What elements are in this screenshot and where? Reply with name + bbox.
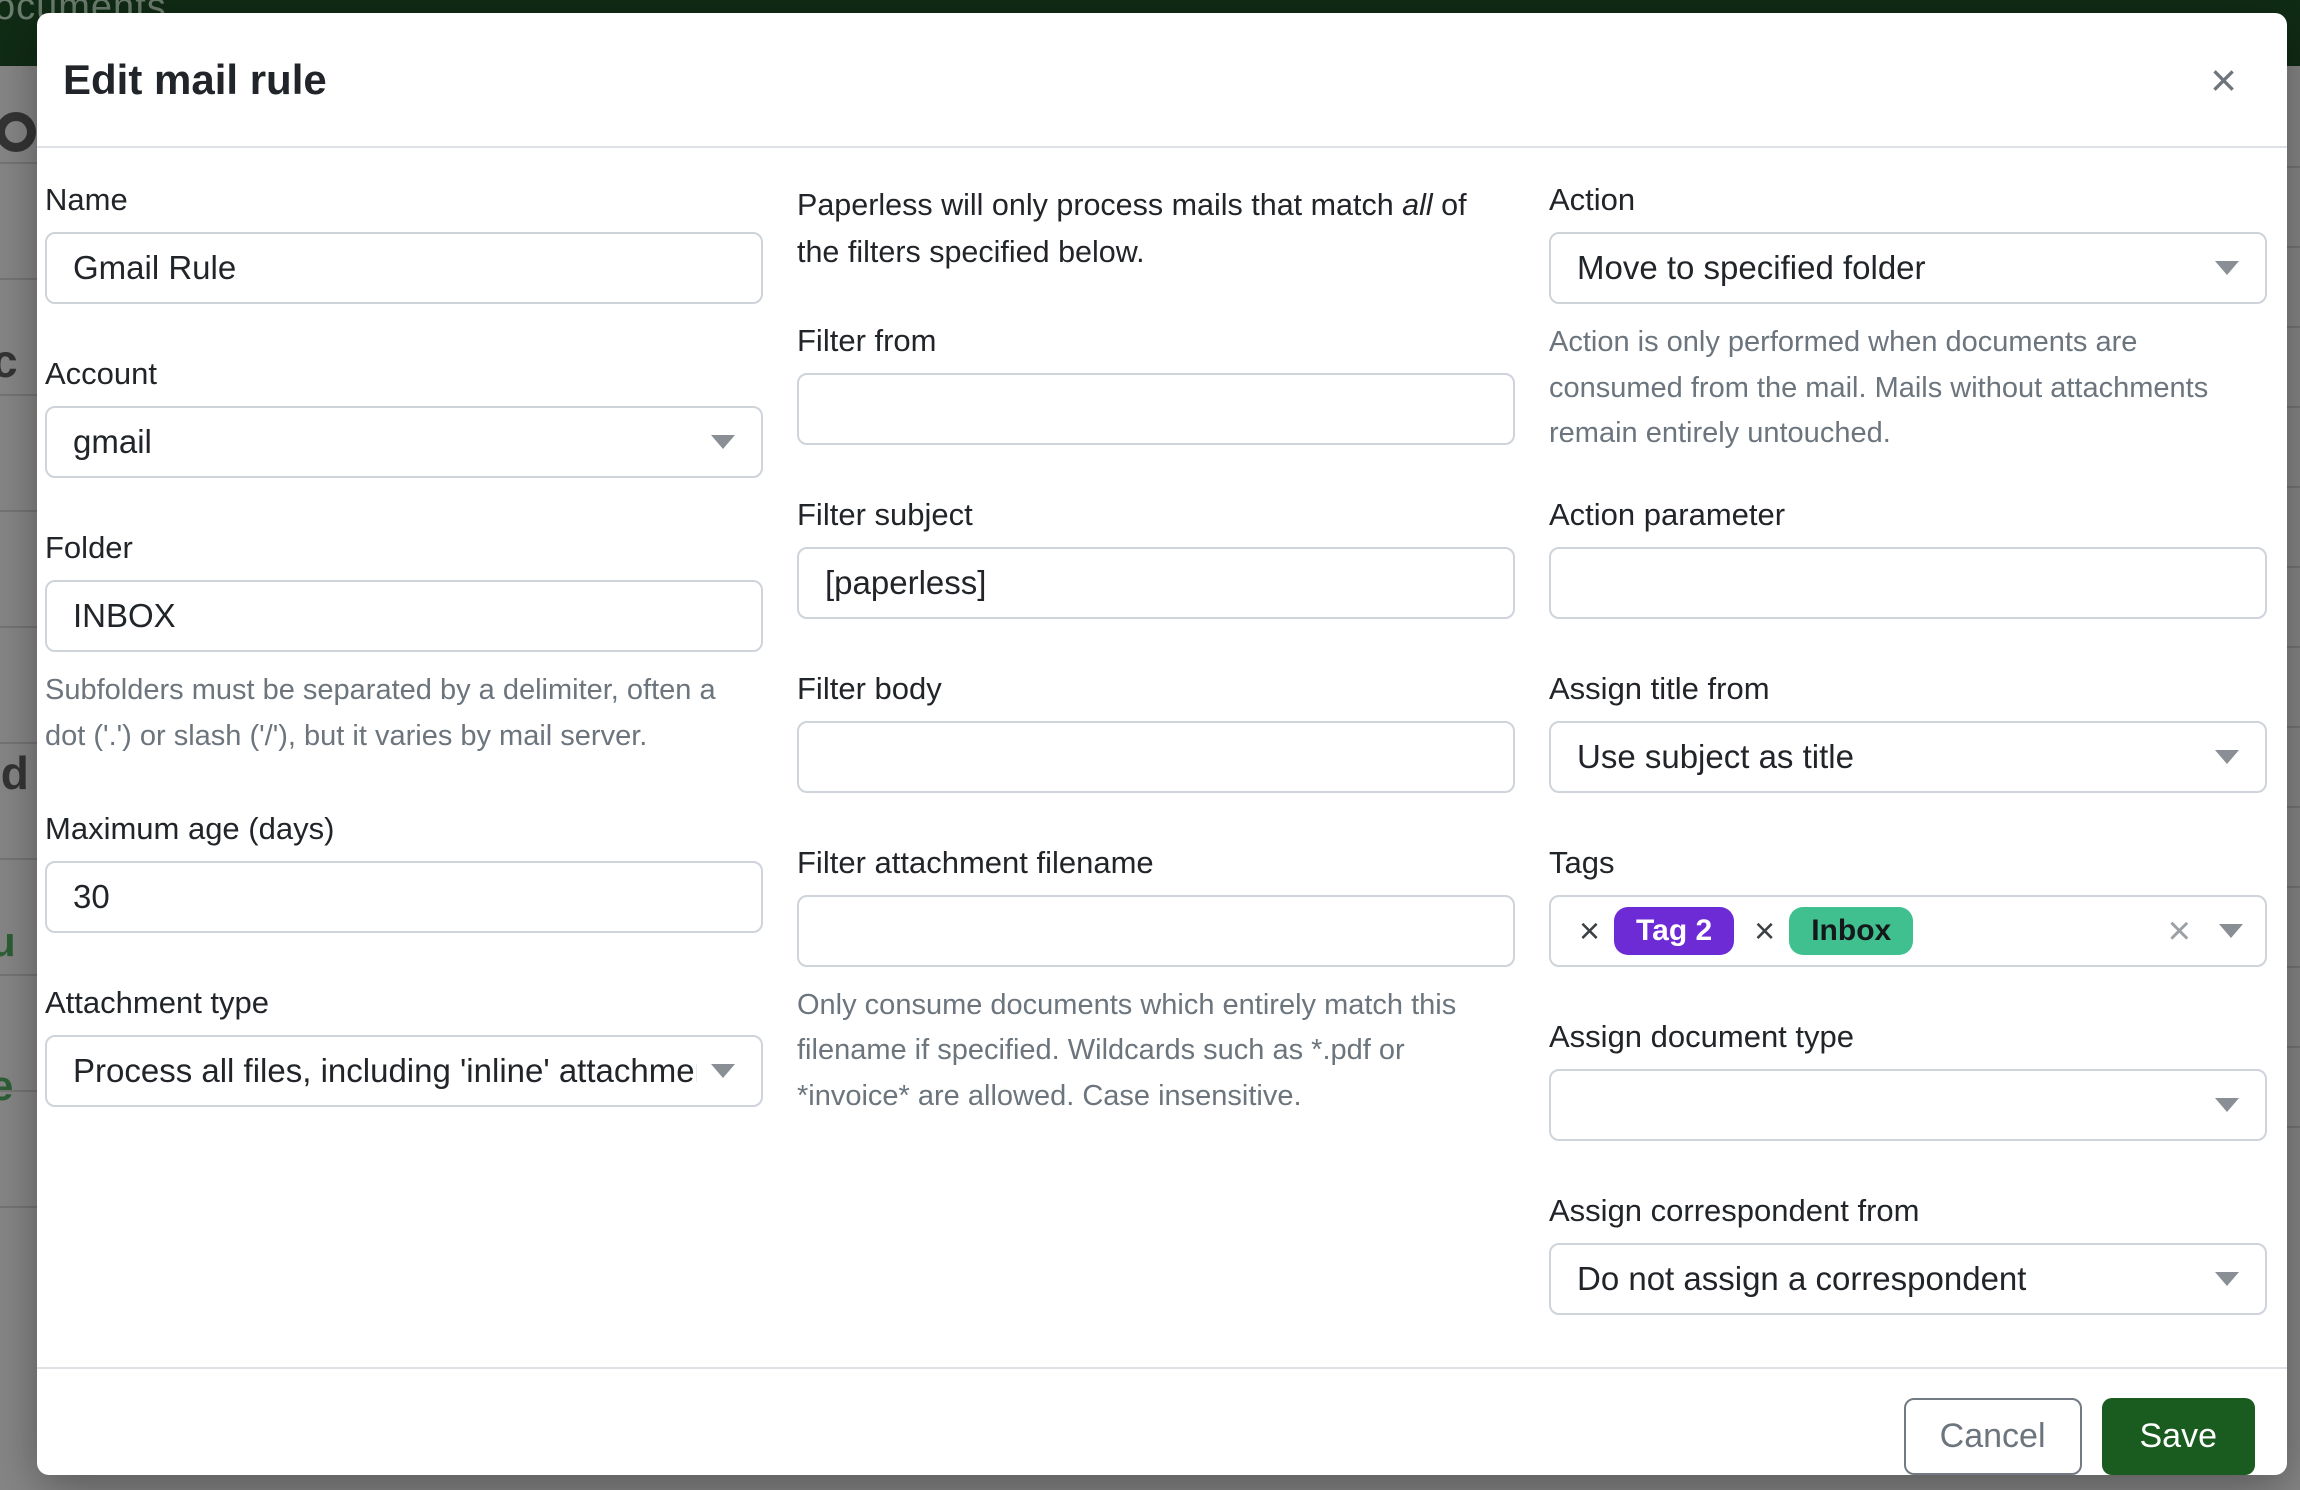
folder-label: Folder bbox=[45, 530, 763, 566]
max-age-label: Maximum age (days) bbox=[45, 811, 763, 847]
assign-correspondent-from-select[interactable]: Do not assign a correspondent bbox=[1549, 1243, 2267, 1315]
chevron-down-icon bbox=[711, 435, 735, 449]
background-letter-fragment: ld bbox=[0, 746, 29, 800]
background-letter-fragment: c bbox=[0, 334, 18, 388]
assign-title-from-label: Assign title from bbox=[1549, 671, 2267, 707]
clear-tags-icon[interactable]: × bbox=[2168, 911, 2191, 951]
filter-from-input[interactable] bbox=[797, 373, 1515, 445]
edit-mail-rule-dialog: Edit mail rule × Name Account gmail Fold… bbox=[37, 13, 2287, 1475]
chevron-down-icon bbox=[2219, 924, 2243, 938]
filter-subject-input[interactable] bbox=[797, 547, 1515, 619]
assign-title-from-select[interactable]: Use subject as title bbox=[1549, 721, 2267, 793]
filter-body-label: Filter body bbox=[797, 671, 1515, 707]
filter-attachment-filename-hint: Only consume documents which entirely ma… bbox=[797, 983, 1515, 1120]
tag-chip[interactable]: Tag 2 bbox=[1614, 907, 1734, 955]
dialog-footer: Cancel Save bbox=[37, 1367, 2287, 1475]
folder-hint: Subfolders must be separated by a delimi… bbox=[45, 668, 763, 759]
max-age-input[interactable] bbox=[45, 861, 763, 933]
filter-attachment-filename-label: Filter attachment filename bbox=[797, 845, 1515, 881]
dialog-body: Name Account gmail Folder Subfolders mus… bbox=[37, 148, 2287, 1367]
name-input[interactable] bbox=[45, 232, 763, 304]
remove-tag-icon[interactable]: × bbox=[1579, 913, 1600, 949]
account-label: Account bbox=[45, 356, 763, 392]
assign-document-type-label: Assign document type bbox=[1549, 1019, 2267, 1055]
action-parameter-label: Action parameter bbox=[1549, 497, 2267, 533]
tags-label: Tags bbox=[1549, 845, 2267, 881]
filter-from-label: Filter from bbox=[797, 323, 1515, 359]
chevron-down-icon bbox=[2215, 1272, 2239, 1286]
column-general: Name Account gmail Folder Subfolders mus… bbox=[45, 182, 763, 1367]
folder-input[interactable] bbox=[45, 580, 763, 652]
action-hint: Action is only performed when documents … bbox=[1549, 320, 2267, 457]
dialog-title: Edit mail rule bbox=[63, 56, 327, 104]
attachment-type-select[interactable]: Process all files, including 'inline' at… bbox=[45, 1035, 763, 1107]
filter-subject-label: Filter subject bbox=[797, 497, 1515, 533]
background-page-right-sliver bbox=[2287, 66, 2300, 1490]
remove-tag-icon[interactable]: × bbox=[1754, 913, 1775, 949]
name-label: Name bbox=[45, 182, 763, 218]
dialog-header: Edit mail rule × bbox=[37, 13, 2287, 148]
chevron-down-icon bbox=[711, 1064, 735, 1078]
tags-select[interactable]: × Tag 2 × Inbox × bbox=[1549, 895, 2267, 967]
background-page-left-sliver: c ld u e bbox=[0, 66, 37, 1490]
tag-chip[interactable]: Inbox bbox=[1789, 907, 1913, 955]
assign-correspondent-from-label: Assign correspondent from bbox=[1549, 1193, 2267, 1229]
close-icon[interactable]: × bbox=[2200, 53, 2247, 107]
filter-body-input[interactable] bbox=[797, 721, 1515, 793]
action-select[interactable]: Move to specified folder bbox=[1549, 232, 2267, 304]
account-select[interactable]: gmail bbox=[45, 406, 763, 478]
assign-document-type-select[interactable] bbox=[1549, 1069, 2267, 1141]
background-letter-fragment: u bbox=[0, 918, 16, 966]
cancel-button[interactable]: Cancel bbox=[1904, 1398, 2082, 1475]
background-letter-fragment: e bbox=[0, 1062, 13, 1110]
chevron-down-icon bbox=[2215, 750, 2239, 764]
chevron-down-icon bbox=[2215, 1098, 2239, 1112]
filter-attachment-filename-input[interactable] bbox=[797, 895, 1515, 967]
attachment-type-label: Attachment type bbox=[45, 985, 763, 1021]
action-label: Action bbox=[1549, 182, 2267, 218]
background-letter-fragment bbox=[0, 112, 36, 152]
column-actions: Action Move to specified folder Action i… bbox=[1549, 182, 2267, 1367]
save-button[interactable]: Save bbox=[2102, 1398, 2256, 1475]
action-parameter-input[interactable] bbox=[1549, 547, 2267, 619]
filters-intro-text: Paperless will only process mails that m… bbox=[797, 182, 1515, 277]
chevron-down-icon bbox=[2215, 261, 2239, 275]
column-filters: Paperless will only process mails that m… bbox=[797, 182, 1515, 1367]
